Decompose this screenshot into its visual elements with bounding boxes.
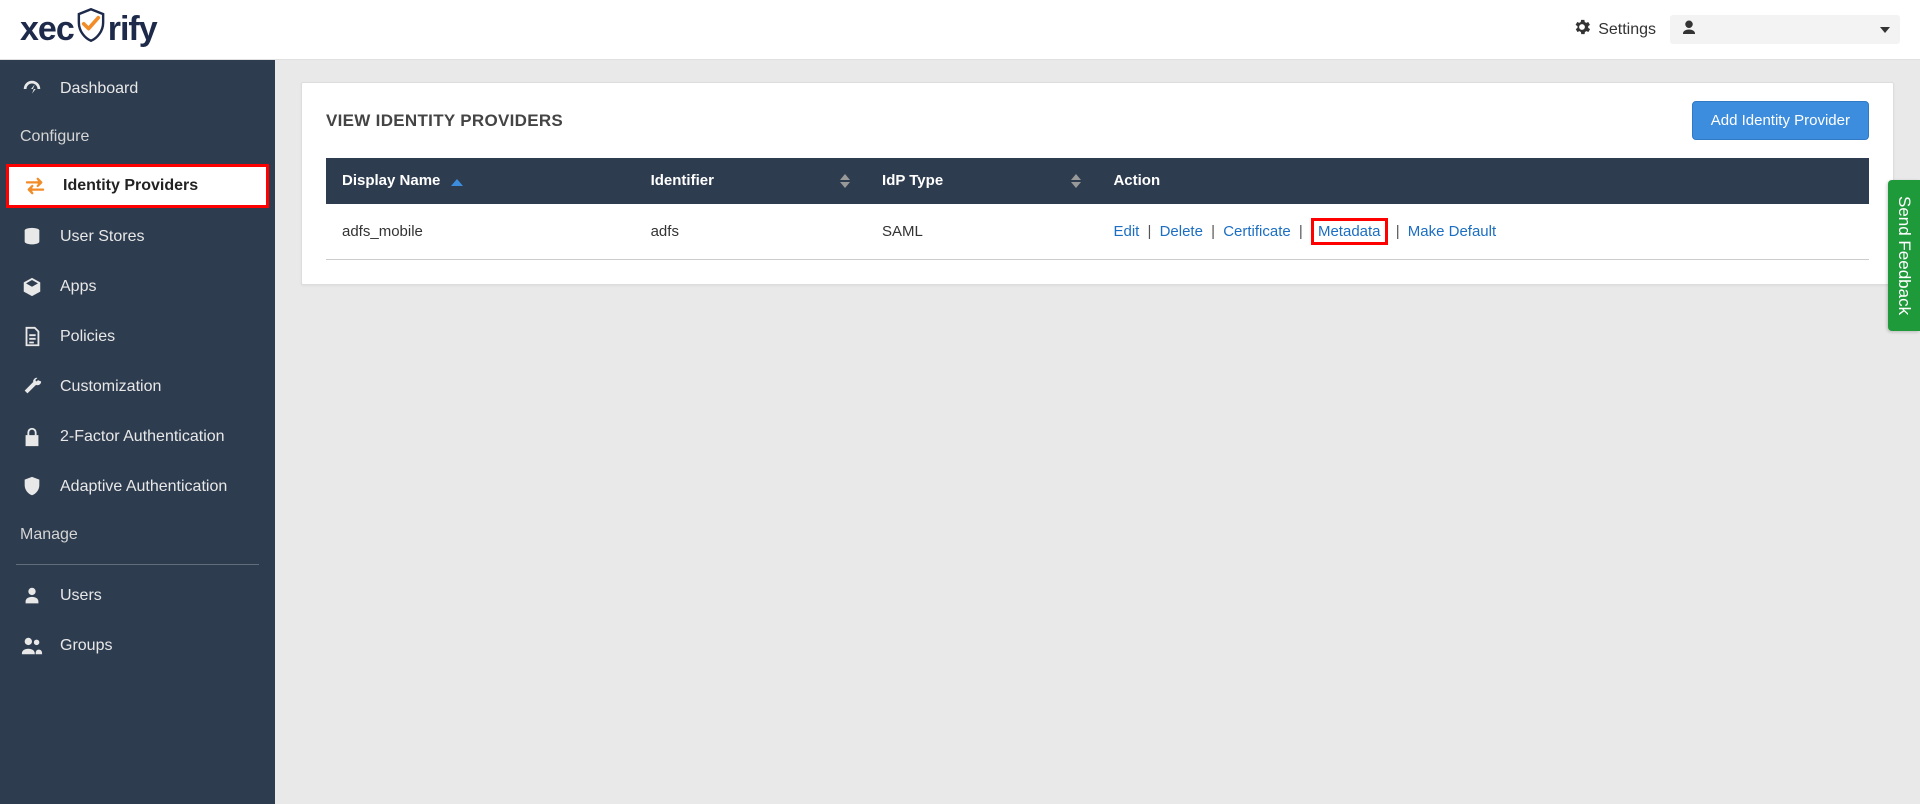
separator: | xyxy=(1211,223,1215,240)
users-icon xyxy=(20,635,44,657)
panel-body: Display Name Identifier IdP Type xyxy=(302,158,1893,284)
separator: | xyxy=(1396,223,1400,240)
swap-icon xyxy=(23,177,47,195)
col-label: Identifier xyxy=(651,172,714,189)
sidebar-item-label: Groups xyxy=(60,637,112,655)
user-menu[interactable] xyxy=(1670,15,1900,44)
sidebar-item-apps[interactable]: Apps xyxy=(0,262,275,312)
sidebar-item-label: Dashboard xyxy=(60,80,138,98)
sidebar-item-2fa[interactable]: 2-Factor Authentication xyxy=(0,412,275,462)
sidebar-item-policies[interactable]: Policies xyxy=(0,312,275,362)
panel-header: VIEW IDENTITY PROVIDERS Add Identity Pro… xyxy=(302,83,1893,158)
sidebar-item-dashboard[interactable]: Dashboard xyxy=(0,64,275,114)
topbar-right: Settings xyxy=(1572,15,1900,44)
sort-icon xyxy=(1071,174,1081,188)
cell-identifier: adfs xyxy=(635,204,866,260)
table-header-row: Display Name Identifier IdP Type xyxy=(326,158,1869,204)
sidebar-item-label: User Stores xyxy=(60,228,144,246)
sidebar-item-label: Customization xyxy=(60,378,161,396)
app-body: Dashboard Configure Identity Providers U… xyxy=(0,60,1920,804)
box-icon xyxy=(20,276,44,298)
sidebar-section-configure: Configure xyxy=(0,114,275,160)
brand-text: xec rify xyxy=(20,8,157,51)
cell-actions: Edit | Delete | Certificate | Metadata | xyxy=(1097,204,1869,260)
sidebar-item-groups[interactable]: Groups xyxy=(0,621,275,671)
sidebar-item-label: Policies xyxy=(60,328,115,346)
sort-icon xyxy=(840,174,850,188)
separator: | xyxy=(1299,223,1303,240)
cell-idp-type: SAML xyxy=(866,204,1097,260)
brand-post: rify xyxy=(108,10,157,49)
sidebar-item-label: Identity Providers xyxy=(63,177,198,195)
settings-link[interactable]: Settings xyxy=(1572,17,1656,42)
sidebar-section-manage: Manage xyxy=(0,512,275,558)
sort-asc-icon xyxy=(451,173,463,190)
topbar: xec rify Settings xyxy=(0,0,1920,60)
user-icon xyxy=(20,585,44,607)
chevron-down-icon xyxy=(1880,27,1890,33)
add-identity-provider-button[interactable]: Add Identity Provider xyxy=(1692,101,1869,140)
shield-icon xyxy=(20,476,44,498)
identity-providers-table: Display Name Identifier IdP Type xyxy=(326,158,1869,260)
user-icon xyxy=(1680,19,1698,40)
dashboard-icon xyxy=(20,78,44,100)
send-feedback-tab[interactable]: Send Feedback xyxy=(1888,180,1920,331)
sidebar: Dashboard Configure Identity Providers U… xyxy=(0,60,275,804)
action-make-default[interactable]: Make Default xyxy=(1408,223,1496,240)
brand-logo: xec rify xyxy=(20,8,157,51)
panel-identity-providers: VIEW IDENTITY PROVIDERS Add Identity Pro… xyxy=(301,82,1894,285)
action-metadata[interactable]: Metadata xyxy=(1318,223,1381,240)
sidebar-item-label: 2-Factor Authentication xyxy=(60,428,225,446)
gear-icon xyxy=(1572,17,1592,42)
sidebar-item-label: Users xyxy=(60,587,102,605)
database-icon xyxy=(20,226,44,248)
cell-display-name: adfs_mobile xyxy=(326,204,635,260)
separator: | xyxy=(1148,223,1152,240)
wrench-icon xyxy=(20,376,44,398)
lock-icon xyxy=(20,426,44,448)
col-action: Action xyxy=(1097,158,1869,204)
highlight-metadata: Metadata xyxy=(1311,218,1388,245)
shield-icon xyxy=(76,8,106,51)
page-title: VIEW IDENTITY PROVIDERS xyxy=(326,111,563,131)
sidebar-item-users[interactable]: Users xyxy=(0,571,275,621)
col-display-name[interactable]: Display Name xyxy=(326,158,635,204)
col-identifier[interactable]: Identifier xyxy=(635,158,866,204)
main-content: VIEW IDENTITY PROVIDERS Add Identity Pro… xyxy=(275,60,1920,804)
settings-label: Settings xyxy=(1598,21,1656,39)
sidebar-divider xyxy=(16,564,259,565)
col-label: Display Name xyxy=(342,172,440,189)
sidebar-item-identity-providers[interactable]: Identity Providers xyxy=(6,164,269,208)
sidebar-item-adaptive-auth[interactable]: Adaptive Authentication xyxy=(0,462,275,512)
col-label: Action xyxy=(1113,172,1160,189)
action-delete[interactable]: Delete xyxy=(1160,223,1203,240)
action-edit[interactable]: Edit xyxy=(1113,223,1139,240)
sidebar-item-label: Adaptive Authentication xyxy=(60,478,227,496)
document-icon xyxy=(20,326,44,348)
sidebar-item-label: Apps xyxy=(60,278,96,296)
table-row: adfs_mobile adfs SAML Edit | Delete | Ce… xyxy=(326,204,1869,260)
sidebar-item-user-stores[interactable]: User Stores xyxy=(0,212,275,262)
brand-pre: xec xyxy=(20,10,74,49)
sidebar-item-customization[interactable]: Customization xyxy=(0,362,275,412)
col-label: IdP Type xyxy=(882,172,943,189)
action-certificate[interactable]: Certificate xyxy=(1223,223,1291,240)
col-idp-type[interactable]: IdP Type xyxy=(866,158,1097,204)
